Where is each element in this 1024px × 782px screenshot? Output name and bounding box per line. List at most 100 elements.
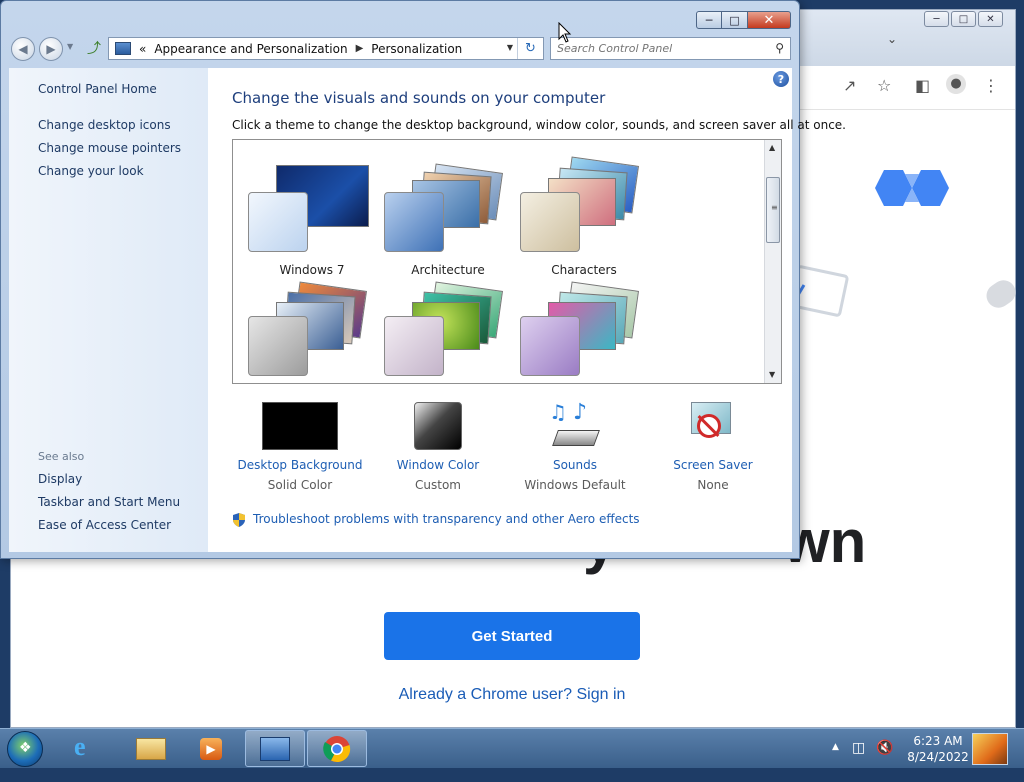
close-button[interactable]: ✕ <box>748 11 791 29</box>
chrome-menu-icon[interactable]: ⋮ <box>983 76 999 95</box>
folder-icon <box>136 738 166 760</box>
sidebar-control-panel-home[interactable]: Control Panel Home <box>38 82 157 96</box>
control-panel-icon <box>115 42 131 55</box>
see-also-ease-of-access[interactable]: Ease of Access Center <box>38 518 171 532</box>
solid-black-swatch-icon <box>262 402 338 452</box>
profile-avatar-icon[interactable]: ● <box>946 74 966 94</box>
page-subheading: Click a theme to change the desktop back… <box>232 118 846 132</box>
address-bar[interactable]: « Appearance and Personalization ▶ Perso… <box>108 37 544 60</box>
taskbar-chrome[interactable] <box>307 730 367 767</box>
desktop-background-setting[interactable]: Desktop Background Solid Color <box>230 402 370 492</box>
see-also-taskbar[interactable]: Taskbar and Start Menu <box>38 495 180 509</box>
screen-saver-icon <box>675 402 751 452</box>
window-color-icon <box>400 402 476 452</box>
control-panel-taskbar-icon <box>260 737 290 761</box>
scroll-down-icon[interactable]: ▼ <box>769 370 775 379</box>
sounds-icon: ♫ ♪ <box>537 400 613 452</box>
nature-theme-preview-icon <box>383 281 513 383</box>
theme-item[interactable] <box>519 281 649 383</box>
breadcrumb-appearance[interactable]: Appearance and Personalization <box>154 42 347 56</box>
back-button[interactable]: ◀ <box>11 37 35 61</box>
address-dropdown-icon[interactable]: ▼ <box>507 43 513 52</box>
maximize-button[interactable]: □ <box>722 11 748 29</box>
chrome-icon <box>323 736 351 763</box>
media-player-icon: ▶ <box>200 738 222 760</box>
desktop-background-value: Solid Color <box>267 478 333 492</box>
chrome-maximize-button[interactable]: □ <box>951 11 976 27</box>
sign-in-link[interactable]: Already a Chrome user? Sign in <box>351 686 673 704</box>
theme-item[interactable]: Characters <box>519 156 649 284</box>
theme-label: Characters <box>551 263 617 277</box>
screen-saver-value: None <box>697 478 729 492</box>
window-color-value: Custom <box>415 478 461 492</box>
chrome-close-button[interactable]: ✕ <box>978 11 1003 27</box>
theme-item[interactable] <box>383 281 513 383</box>
chrome-window-controls: ─ □ ✕ <box>924 11 1003 27</box>
breadcrumb-separator-icon[interactable]: ▶ <box>356 43 364 54</box>
clock-time: 6:23 AM <box>913 734 963 748</box>
sidebar: Control Panel Home Change desktop icons … <box>9 68 208 552</box>
volume-muted-icon[interactable]: 🔇 <box>876 740 893 756</box>
control-panel-content: Control Panel Home Change desktop icons … <box>9 68 846 552</box>
screen-saver-link[interactable]: Screen Saver <box>643 458 783 472</box>
screen-saver-setting[interactable]: Screen Saver None <box>643 402 783 492</box>
theme-item[interactable]: Windows 7 <box>247 164 377 284</box>
forward-button[interactable]: ▶ <box>39 37 63 61</box>
share-icon[interactable]: ↗ <box>843 76 856 95</box>
decorative-shape-icon <box>981 275 1021 313</box>
show-desktop-button[interactable] <box>972 733 1008 765</box>
tab-search-chevron-icon[interactable]: ⌄ <box>887 32 897 46</box>
minimize-button[interactable]: ─ <box>696 11 722 29</box>
forward-arrow-icon: ▶ <box>46 42 56 56</box>
taskbar-control-panel[interactable] <box>245 730 305 767</box>
sounds-value: Windows Default <box>524 478 626 492</box>
window-color-link[interactable]: Window Color <box>368 458 508 472</box>
theme-item[interactable]: Architecture <box>383 163 513 284</box>
scrollbar-thumb[interactable]: ≡ <box>766 177 780 243</box>
see-also-display[interactable]: Display <box>38 472 82 486</box>
search-icon[interactable]: ⚲ <box>775 41 784 55</box>
taskbar-internet-explorer[interactable]: e <box>60 730 120 767</box>
start-button[interactable]: ❖ <box>7 731 43 767</box>
up-folder-icon[interactable]: ⤴ <box>85 39 103 57</box>
breadcrumb-personalization[interactable]: Personalization <box>371 42 462 56</box>
see-also-heading: See also <box>38 450 85 463</box>
scenes-theme-preview-icon <box>519 281 649 383</box>
get-started-button[interactable]: Get Started <box>384 612 640 660</box>
theme-label: Architecture <box>411 263 485 277</box>
taskbar-media-player[interactable]: ▶ <box>182 730 242 767</box>
side-panel-icon[interactable]: ◧ <box>915 76 930 95</box>
help-icon[interactable]: ? <box>773 71 789 87</box>
clock[interactable]: 6:23 AM 8/24/2022 <box>898 733 978 765</box>
refresh-icon[interactable]: ↻ <box>517 38 543 59</box>
bookmark-star-icon[interactable]: ☆ <box>877 76 891 95</box>
window-color-setting[interactable]: Window Color Custom <box>368 402 508 492</box>
internet-explorer-icon: e <box>74 732 86 761</box>
network-icon[interactable]: ◫ <box>852 740 865 756</box>
themes-scrollbar[interactable]: ▲ ≡ ▼ <box>764 140 781 383</box>
sidebar-change-desktop-icons[interactable]: Change desktop icons <box>38 118 171 132</box>
theme-item[interactable] <box>247 281 377 383</box>
desktop-background-link[interactable]: Desktop Background <box>230 458 370 472</box>
theme-label: Windows 7 <box>279 263 345 277</box>
control-panel-window: ─ □ ✕ ◀ ▶ ▼ ⤴ « Appearance and Personali… <box>0 0 846 559</box>
scroll-up-icon[interactable]: ▲ <box>769 143 775 152</box>
search-box[interactable]: ⚲ <box>550 37 791 60</box>
sounds-setting[interactable]: ♫ ♪ Sounds Windows Default <box>505 400 645 492</box>
window-controls: ─ □ ✕ <box>696 11 791 29</box>
themes-list[interactable]: ▲ ≡ ▼ Windows 7 Architecture Characters <box>232 139 782 384</box>
troubleshoot-link[interactable]: Troubleshoot problems with transparency … <box>253 512 640 526</box>
recent-pages-dropdown-icon[interactable]: ▼ <box>67 42 73 51</box>
search-input[interactable] <box>555 40 755 57</box>
chrome-minimize-button[interactable]: ─ <box>924 11 949 27</box>
chrome-welcome-illustration-icon <box>875 170 949 206</box>
mouse-cursor-icon <box>558 22 572 43</box>
breadcrumb-prefix[interactable]: « <box>139 42 146 56</box>
sounds-link[interactable]: Sounds <box>505 458 645 472</box>
back-arrow-icon: ◀ <box>18 42 28 56</box>
sidebar-change-mouse-pointers[interactable]: Change mouse pointers <box>38 141 181 155</box>
taskbar: ❖ e ▶ ▲ ◫ 🔇 6:23 AM 8/24/2022 <box>0 728 1024 768</box>
taskbar-explorer[interactable] <box>122 730 182 767</box>
sidebar-change-your-look[interactable]: Change your look <box>38 164 144 178</box>
windows7-theme-preview-icon <box>247 164 377 260</box>
